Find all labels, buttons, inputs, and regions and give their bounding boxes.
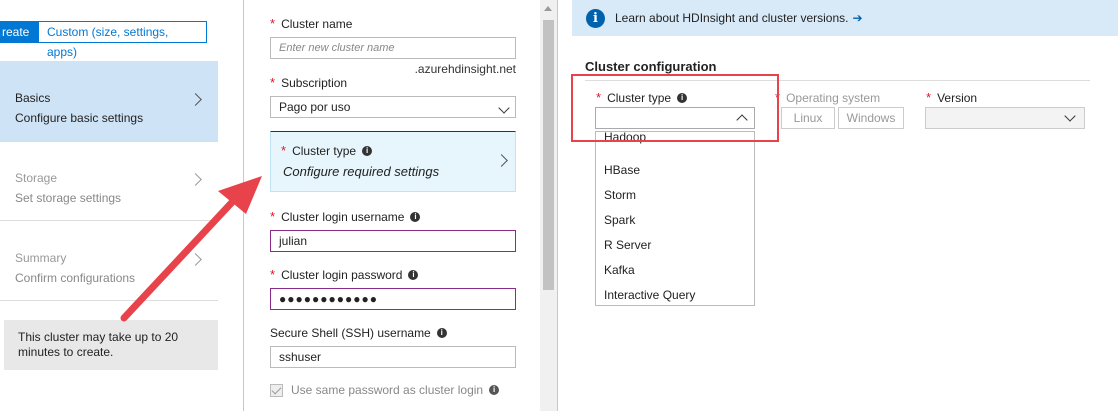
version-label: Version: [937, 90, 978, 105]
ssh-username-field: Secure Shell (SSH) username i sshuser: [270, 326, 516, 368]
cluster-type-dropdown: Hadoop HBase Storm Spark R Server Kafka …: [595, 131, 755, 306]
step-summary-subtitle: Confirm configurations: [15, 271, 136, 285]
section-title: Cluster configuration: [585, 59, 717, 74]
step-summary-title: Summary: [15, 251, 67, 265]
scrollbar[interactable]: [540, 0, 557, 411]
cluster-type-value: Configure required settings: [283, 164, 440, 179]
step-storage-title: Storage: [15, 171, 58, 185]
create-mode-tabs: reate Custom (size, settings, apps): [0, 21, 207, 59]
login-password-input[interactable]: ●●●●●●●●●●●●: [270, 288, 516, 310]
tab-quick-create[interactable]: reate: [0, 21, 38, 43]
step-summary[interactable]: Summary Confirm configurations: [0, 221, 218, 301]
cluster-name-suffix: .azurehdinsight.net: [414, 62, 516, 76]
scroll-up-icon[interactable]: [544, 6, 552, 11]
login-username-field: * Cluster login username i julian: [270, 210, 516, 252]
required-marker: *: [281, 143, 287, 158]
annotation-highlight-box: [571, 74, 779, 142]
chevron-down-icon: [1064, 110, 1076, 122]
required-marker: *: [926, 90, 932, 105]
login-password-label: Cluster login password: [281, 268, 403, 282]
step-basics[interactable]: Basics Configure basic settings: [0, 61, 218, 141]
info-icon[interactable]: i: [436, 328, 447, 338]
info-icon[interactable]: i: [489, 385, 500, 395]
info-icon: i: [586, 8, 605, 28]
required-marker: *: [270, 16, 276, 31]
login-username-input[interactable]: julian: [270, 230, 516, 252]
required-marker: *: [270, 209, 276, 224]
info-banner[interactable]: i Learn about HDInsight and cluster vers…: [572, 0, 1118, 36]
same-password-checkbox[interactable]: [270, 383, 283, 397]
required-marker: *: [270, 75, 276, 90]
same-password-row: Use same password as cluster login i: [270, 383, 500, 397]
cluster-type-blade: i Learn about HDInsight and cluster vers…: [559, 0, 1118, 411]
option-interactive-query[interactable]: Interactive Query: [604, 288, 695, 302]
option-kafka[interactable]: Kafka: [604, 263, 635, 277]
cluster-type-label: Cluster type: [292, 144, 357, 158]
login-password-field: * Cluster login password i ●●●●●●●●●●●●: [270, 268, 516, 310]
cluster-name-label: Cluster name: [281, 17, 353, 31]
required-marker: *: [270, 267, 276, 282]
step-basics-subtitle: Configure basic settings: [15, 111, 144, 125]
left-blade: reate Custom (size, settings, apps) Basi…: [0, 0, 244, 411]
os-windows-button[interactable]: Windows: [838, 107, 904, 129]
cluster-type-selector[interactable]: * Cluster type i Configure required sett…: [270, 131, 516, 192]
ssh-username-input[interactable]: sshuser: [270, 346, 516, 368]
arrow-right-icon: ➔: [852, 11, 863, 25]
scroll-thumb[interactable]: [543, 20, 554, 290]
os-label-row: * Operating system: [775, 90, 880, 105]
subscription-field: * Subscription Pago por uso: [270, 76, 516, 118]
step-basics-title: Basics: [15, 91, 51, 105]
creation-time-note: This cluster may take up to 20 minutes t…: [4, 320, 218, 370]
option-hbase[interactable]: HBase: [604, 163, 640, 177]
cluster-name-field: * Cluster name Enter new cluster name .az…: [270, 17, 516, 76]
same-password-label: Use same password as cluster login: [291, 383, 484, 397]
info-icon[interactable]: i: [408, 270, 419, 280]
option-storm[interactable]: Storm: [604, 188, 636, 202]
login-username-label: Cluster login username: [281, 210, 405, 224]
info-icon[interactable]: i: [362, 146, 373, 156]
basics-blade: * Cluster name Enter new cluster name .az…: [245, 0, 558, 411]
version-label-row: * Version: [926, 90, 977, 105]
divider: [0, 300, 218, 301]
tab-custom[interactable]: Custom (size, settings, apps): [38, 21, 207, 59]
step-storage[interactable]: Storage Set storage settings: [0, 141, 218, 221]
version-select[interactable]: [925, 107, 1085, 129]
subscription-label: Subscription: [281, 76, 348, 90]
cluster-name-input[interactable]: Enter new cluster name: [270, 37, 516, 59]
os-label: Operating system: [786, 90, 881, 105]
option-r-server[interactable]: R Server: [604, 238, 651, 252]
option-spark[interactable]: Spark: [604, 213, 635, 227]
info-icon[interactable]: i: [410, 212, 421, 222]
ssh-username-label: Secure Shell (SSH) username: [270, 326, 431, 340]
step-storage-subtitle: Set storage settings: [15, 191, 122, 205]
info-banner-text[interactable]: Learn about HDInsight and cluster versio…: [615, 11, 848, 25]
subscription-select[interactable]: Pago por uso: [270, 96, 516, 118]
os-linux-button[interactable]: Linux: [781, 107, 835, 129]
